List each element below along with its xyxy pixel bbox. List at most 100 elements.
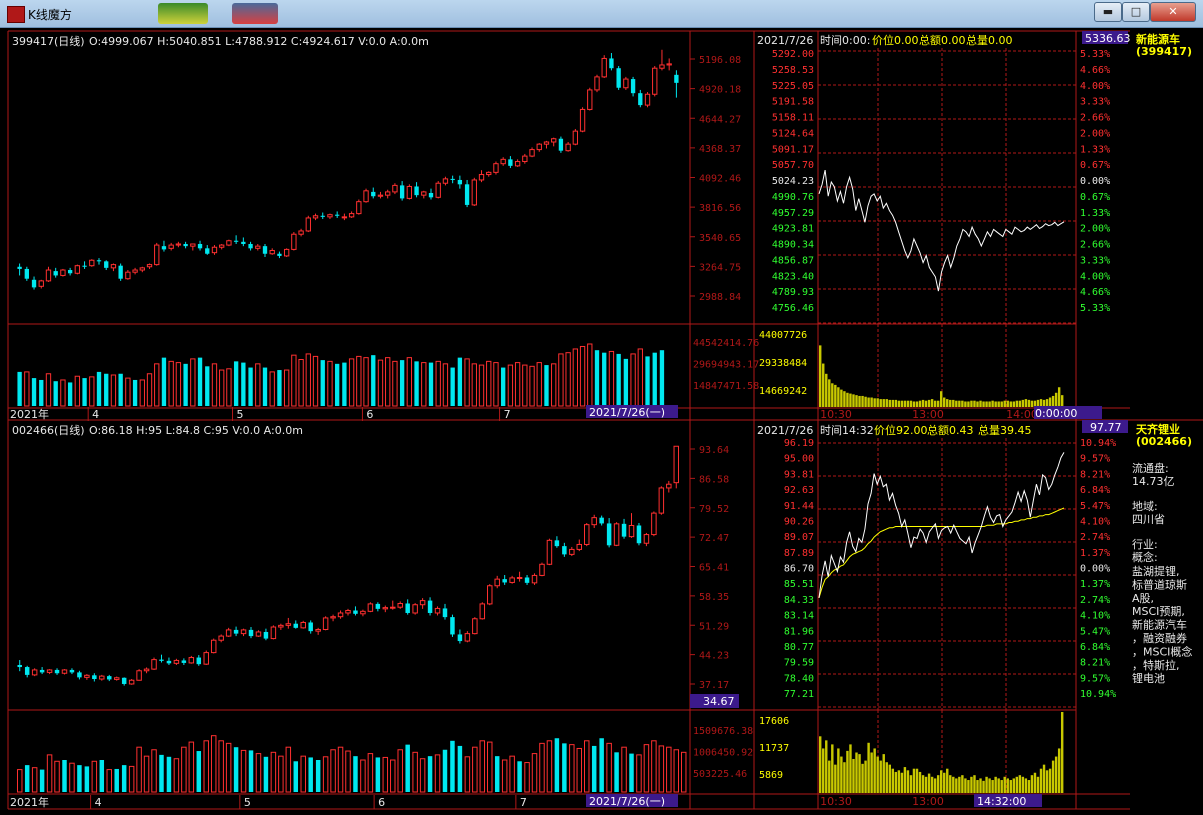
sidebar-float-label: 流通盘: [1132,461,1169,475]
bottom-candles [17,445,680,686]
intraday-volume-bar [930,776,934,793]
candle-body [636,525,642,544]
candle-body [53,271,58,276]
candle-body [406,185,413,199]
candle-body [277,253,282,256]
intraday-time-label: 13:00 [912,795,944,808]
volume-bar [159,754,164,792]
intraday-price-label: 83.14 [784,611,814,622]
intraday-volume-bar [970,776,973,793]
intraday-volume-bar [924,776,928,793]
intraday-volume-bar [870,752,873,793]
volume-bar [125,377,131,407]
volume-bar [106,769,112,793]
candle-body [367,603,374,612]
toolbar-thumbnail-1[interactable] [158,3,208,24]
volume-bar [529,365,535,407]
top-intraday-volume [819,345,1064,407]
volume-bar [84,766,90,792]
volume-bar [173,758,180,793]
volume-bar [579,345,586,407]
candle-body [320,215,325,217]
volume-bar [551,363,557,407]
intraday-volume-bar [846,750,849,793]
intraday-volume-bar [967,401,970,407]
intraday-pct-label: 3.33% [1080,255,1110,266]
volume-bar [479,740,486,793]
sidebar-industry-label: 行业: [1132,538,1158,551]
candle-body [39,669,45,673]
candle-body [494,578,500,587]
volume-bar [434,754,441,793]
candle-body [450,617,455,635]
volume-bar [16,769,23,793]
candle-body [270,626,277,640]
intraday-volume-bar [861,395,864,407]
volume-bar [62,760,67,792]
candle-body [348,213,355,218]
intraday-volume-bar [906,400,910,407]
minimize-button[interactable]: ▬ [1094,2,1122,22]
intraday-price-label: 84.33 [784,595,814,606]
volume-bar [546,740,553,793]
intraday-volume-bar [952,776,955,793]
price-tick-label: 79.52 [699,504,729,515]
volume-bar [269,371,275,407]
intraday-pct-label: 2.66% [1080,113,1110,124]
intraday-volume-bar [973,775,976,793]
candle-body [360,610,366,615]
intraday-volume-bar [1060,395,1064,407]
volume-bar [154,363,160,407]
candle-body [382,607,389,610]
intraday-volume-bar [861,763,864,793]
volume-bar [539,742,545,793]
volume-bar [594,350,600,406]
volume-bar [554,738,560,792]
volume-bar [375,757,381,792]
intraday-volume-bar [849,393,852,407]
volume-bar [645,356,650,406]
intraday-volume-bar [939,391,943,407]
intraday-volume-bar [1027,399,1031,407]
intraday-volume-bar [1045,399,1049,407]
candle-body [305,217,311,232]
candle-body [651,512,657,536]
volume-bar [190,358,196,407]
intraday-volume-bar [858,395,861,407]
candle-body [168,244,174,249]
minimize-icon: ▬ [1102,5,1114,18]
volume-bar [77,765,82,792]
intraday-volume-bar [943,397,946,407]
date-label: 2021年 [10,407,49,421]
toolbar-thumbnail-2[interactable] [232,3,278,24]
bottom-intraday-info-volume: 总量39.45 [978,423,1032,437]
intraday-volume-bar [985,776,988,793]
candle-body [666,483,672,489]
intraday-pct-label: 9.57% [1080,673,1110,684]
top-intraday-volume-scale: 44007726 29338484 14669242 [759,330,807,397]
volume-bar [427,756,433,792]
close-button[interactable]: ✕ [1150,2,1196,22]
candle-body [300,621,306,629]
volume-bar [390,759,396,793]
volume-bar [614,752,619,792]
candle-body [312,215,319,219]
candle-body [399,185,405,199]
volume-bar [406,357,413,407]
maximize-button[interactable]: □ [1122,2,1150,22]
volume-bar [270,751,277,793]
volume-bar [602,352,607,406]
intraday-volume-bar [1015,400,1019,407]
intraday-volume-bar [1045,770,1049,793]
volume-bar [636,754,642,793]
intraday-volume-bar [958,400,961,407]
candle-body [31,669,38,676]
volume-bar [82,378,87,406]
candle-body [673,445,680,484]
candle-body [190,243,196,247]
volume-bar [300,755,306,793]
intraday-price-label: 4990.76 [772,192,814,203]
intraday-volume-bar [973,400,976,407]
volume-bar [262,367,268,406]
intraday-volume-bar [927,399,931,407]
